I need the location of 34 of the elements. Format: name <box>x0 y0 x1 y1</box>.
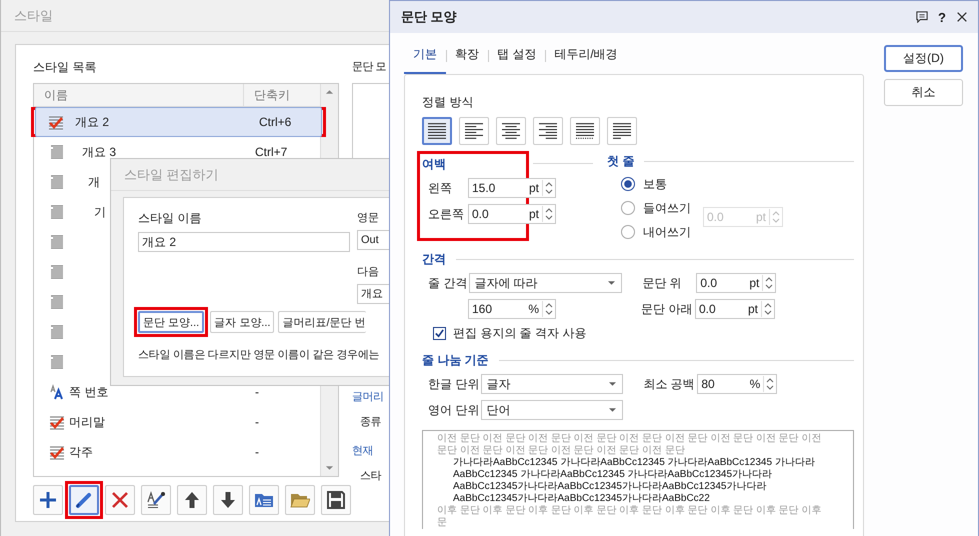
field-label: 스타 <box>360 469 381 483</box>
field-label: 영문 <box>357 211 380 225</box>
checkbox-label: 편집 용지의 줄 격자 사용 <box>453 325 586 342</box>
section-heading: 현재 <box>352 444 373 458</box>
field-label: 최소 공백 <box>643 376 696 392</box>
section-heading: 여백 <box>422 156 447 172</box>
field-label: 다음 <box>357 265 380 279</box>
window-title: 스타일 편집하기 <box>124 166 219 184</box>
field-label: 오른쪽 <box>427 206 465 222</box>
field-label: 왼쪽 <box>427 180 453 196</box>
field-label: 문단 위 <box>642 274 683 292</box>
window-title: 문단 모양 <box>401 8 457 26</box>
field-label: 종류 <box>360 415 381 429</box>
field-label: 스타일 이름 <box>138 210 202 227</box>
field-label: 줄 간격 <box>427 274 468 292</box>
field-label: 영어 단위 <box>427 402 480 418</box>
section-label: 정렬 방식 <box>422 94 474 110</box>
window-title: 스타일 <box>14 6 53 24</box>
preview-text: 이후 문단 이후 문단 이후 문단 이후 문단 이후 문단 이후 문단 이후 문단 이후 문단 이후 문 <box>437 505 822 529</box>
preview-text: 가나다라AaBbCc12345 가나다라AaBbCc12345 가나다라AaBbCc12345 가나다라AaBbCc12345 가나다라AaBbCc12345 가나다라AaBbCc12345가나다라AaBbCc12345가나다라AaBbCc12345가나다라AaBbCc12345가나다라AaBbCc12345가나다라AaBbCc12345가나다라AaBbCc22 <box>452 457 816 505</box>
column-header: 이름 <box>43 87 69 104</box>
field-label: 문단 아래 <box>641 300 694 318</box>
section-heading: 줄 나눔 기준 <box>422 352 489 368</box>
list-label: 스타일 목록 <box>33 59 98 75</box>
radio-label: 들여쓰기 <box>643 200 691 216</box>
note-text: 스타일 이름은 다르지만 영문 이름이 같은 경우에는 <box>138 348 380 362</box>
section-heading: 글머리 <box>352 390 384 404</box>
section-heading: 첫 줄 <box>607 153 634 169</box>
radio-label: 보통 <box>643 176 667 192</box>
section-label: 문단 모 <box>352 60 388 75</box>
radio-label: 내어쓰기 <box>643 224 691 240</box>
field-label: 한글 단위 <box>427 376 480 392</box>
section-heading: 간격 <box>422 251 446 267</box>
preview-text: 이전 문단 이전 문단 이전 문단 이전 문단 이전 문단 이전 문단 이전 문단 이전 문단 이전 문단 이전 문단 이전 문단 이전 문단 이전 문단 이전 문단 <box>437 433 822 457</box>
